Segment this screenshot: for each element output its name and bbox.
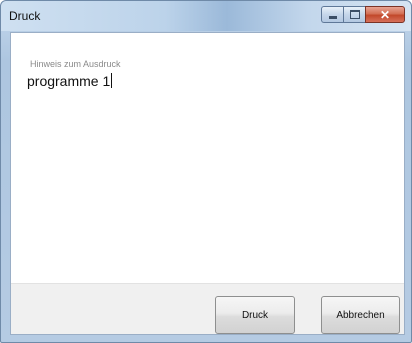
cancel-button[interactable]: Abbrechen	[321, 296, 400, 334]
minimize-button[interactable]	[321, 6, 343, 23]
print-note-label: Hinweis zum Ausdruck	[30, 59, 121, 69]
window-title: Druck	[9, 9, 41, 23]
print-note-value: programme 1	[27, 73, 111, 89]
close-button[interactable]: ✕	[365, 6, 405, 23]
maximize-icon	[349, 10, 360, 19]
text-caret	[111, 73, 113, 88]
minimize-icon	[328, 16, 337, 19]
note-panel: Hinweis zum Ausdruck programme 1	[11, 33, 404, 283]
dialog-client-area: Hinweis zum Ausdruck programme 1 Druck A…	[10, 32, 405, 335]
print-dialog-window: Druck ✕ Hinweis zum Ausdruck programme 1…	[0, 0, 412, 343]
maximize-button[interactable]	[343, 6, 365, 23]
close-icon: ✕	[379, 7, 391, 22]
title-bar[interactable]: Druck ✕	[1, 1, 411, 31]
caption-buttons: ✕	[321, 6, 405, 24]
print-note-input[interactable]: programme 1	[27, 73, 113, 89]
button-bar: Druck Abbrechen	[11, 283, 404, 334]
print-button[interactable]: Druck	[215, 296, 295, 334]
